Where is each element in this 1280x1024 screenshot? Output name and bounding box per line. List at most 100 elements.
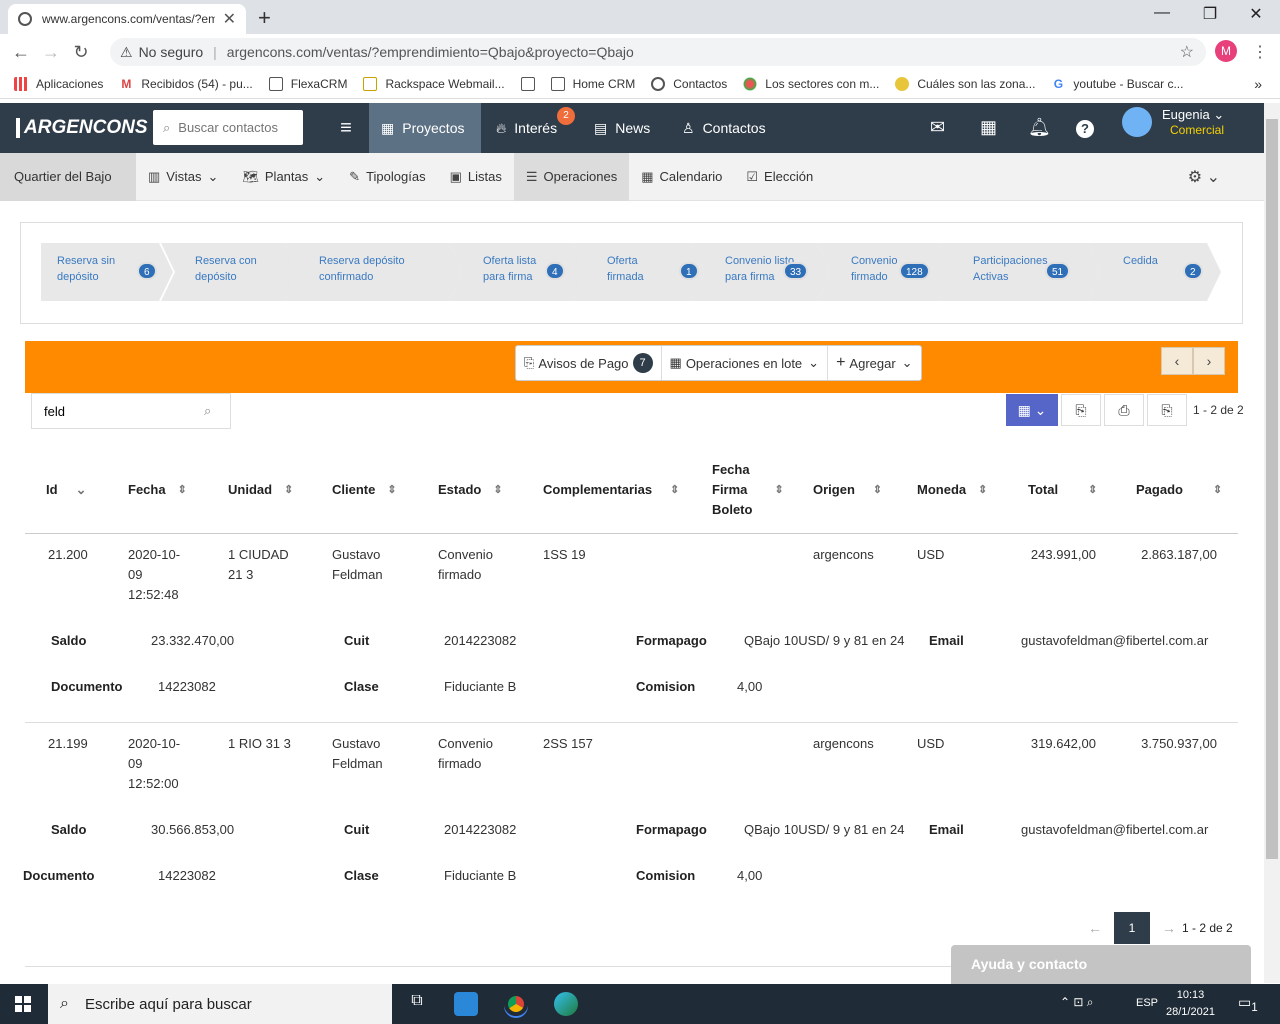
- project-name[interactable]: Quartier del Bajo: [0, 152, 136, 201]
- col-id[interactable]: Id ⌄: [46, 480, 86, 500]
- sort-icon: ⇕: [872, 484, 883, 496]
- windows-start-icon[interactable]: [15, 996, 31, 1012]
- filter-input[interactable]: [44, 403, 204, 419]
- forward-icon[interactable]: →: [36, 42, 66, 63]
- mail-app-icon[interactable]: [454, 992, 478, 1016]
- stage-4[interactable]: Oferta lista para firma 4: [449, 243, 587, 301]
- minimize-button[interactable]: —: [1142, 4, 1182, 22]
- taskbar-search[interactable]: ⌕ Escribe aquí para buscar: [48, 984, 392, 1024]
- subnav-tipologias[interactable]: ✎ Tipologías: [337, 153, 437, 201]
- subnav-calendario[interactable]: ▦ Calendario: [629, 153, 734, 201]
- nav-proyectos[interactable]: ▦ Proyectos: [369, 103, 481, 153]
- avisos-de-pago-button[interactable]: ⎘ Avisos de Pago 7: [516, 346, 662, 380]
- help-contact-widget[interactable]: Ayuda y contacto: [951, 945, 1251, 985]
- task-view-icon[interactable]: ⧉: [405, 992, 429, 1016]
- close-window-button[interactable]: ✕: [1236, 4, 1276, 24]
- sort-icon: ⇕: [177, 484, 187, 496]
- bell-icon[interactable]: 🔔︎: [1028, 117, 1051, 138]
- stage-2[interactable]: Reserva con depósito: [161, 243, 299, 301]
- bookmark-home-crm[interactable]: Home CRM: [550, 77, 635, 91]
- bookmark-aplicaciones[interactable]: Aplicaciones: [14, 77, 103, 91]
- logo[interactable]: ARGENCONS: [16, 117, 148, 139]
- contact-search[interactable]: ⌕: [153, 110, 303, 145]
- subnav-vistas[interactable]: ▥ Vistas ⌄: [136, 153, 230, 201]
- col-estado[interactable]: Estado ⇕: [438, 480, 503, 500]
- table-header: Id ⌄ Fecha ⇕ Unidad ⇕ Cliente ⇕ Estado ⇕ Comp…: [25, 460, 1238, 534]
- nav-news[interactable]: ▤ News: [582, 103, 662, 153]
- bookmark-rackspace[interactable]: Rackspace Webmail...: [363, 77, 505, 91]
- col-total[interactable]: Total ⇕: [1028, 480, 1097, 500]
- subnav-listas[interactable]: ▣ Listas: [438, 153, 514, 201]
- profile-avatar[interactable]: M: [1215, 40, 1237, 62]
- copy-icon[interactable]: ⎘: [1061, 394, 1101, 426]
- bookmark-cuales[interactable]: Cuáles son las zona...: [895, 77, 1035, 91]
- edge-icon[interactable]: [554, 992, 578, 1016]
- notification-icon[interactable]: ▭1: [1238, 994, 1258, 1014]
- bookmark-contactos[interactable]: Contactos: [651, 77, 727, 91]
- subnav-plantas[interactable]: 🗺︎ Plantas ⌄: [230, 153, 337, 201]
- stage-5[interactable]: Oferta firmada 1: [573, 243, 705, 301]
- stage-9[interactable]: Cedida 2: [1087, 243, 1221, 301]
- restore-button[interactable]: ❐: [1190, 4, 1230, 24]
- clipboard-icon[interactable]: ⎘: [1147, 394, 1187, 426]
- stage-1[interactable]: Reserva sin depósito 6: [41, 243, 173, 301]
- url-bar[interactable]: ⚠ No seguro | argencons.com/ventas/?empr…: [110, 38, 1206, 66]
- stage-3[interactable]: Reserva depósito confirmado: [285, 243, 463, 301]
- system-tray-icons[interactable]: ⌃ ⊡ ⌕: [1060, 995, 1094, 1010]
- bookmark-flexacrm[interactable]: FlexaCRM: [268, 77, 348, 91]
- close-tab-icon[interactable]: ✕: [223, 9, 236, 29]
- label-saldo: Saldo: [51, 633, 87, 648]
- envelope-icon[interactable]: ✉: [930, 117, 945, 138]
- menu-icon[interactable]: ≡: [323, 103, 369, 153]
- clock[interactable]: 10:13 28/1/2021: [1166, 987, 1215, 1021]
- search-input[interactable]: [178, 120, 289, 135]
- scrollbar[interactable]: [1264, 103, 1280, 983]
- bookmark-youtube[interactable]: Gyoutube - Buscar c...: [1051, 77, 1184, 91]
- user-menu[interactable]: Eugenia ⌄ Comercial: [1122, 107, 1224, 137]
- prev-page-button[interactable]: ‹: [1161, 347, 1193, 375]
- prev-arrow-icon[interactable]: ←: [1082, 920, 1108, 936]
- bookmark-gmail[interactable]: M Recibidos (54) - pu...: [119, 77, 252, 91]
- bookmark-label: youtube - Buscar c...: [1073, 77, 1184, 91]
- back-icon[interactable]: ←: [6, 42, 36, 63]
- reload-icon[interactable]: ↻: [66, 42, 96, 63]
- page-arrows: ‹ ›: [1161, 347, 1225, 375]
- language-indicator[interactable]: ESP: [1136, 997, 1158, 1009]
- print-icon[interactable]: ⎙: [1104, 394, 1144, 426]
- bookmark-star-icon[interactable]: ☆: [1180, 42, 1194, 62]
- subnav-eleccion[interactable]: ☑ Elección: [734, 153, 825, 201]
- stage-8[interactable]: Participaciones Activas 51: [939, 243, 1101, 301]
- col-pagado[interactable]: Pagado ⇕: [1136, 480, 1222, 500]
- subnav-operaciones[interactable]: ☰ Operaciones: [513, 152, 630, 201]
- help-icon[interactable]: ?: [1076, 120, 1094, 138]
- next-page-button[interactable]: ›: [1193, 347, 1225, 375]
- more-bookmarks-icon[interactable]: »: [1254, 76, 1262, 92]
- col-origen[interactable]: Origen ⇕: [813, 480, 882, 500]
- browser-tab[interactable]: www.argencons.com/ventas/?em ✕: [8, 4, 246, 34]
- calendar-icon[interactable]: ▦: [980, 117, 997, 138]
- new-tab-button[interactable]: +: [258, 5, 271, 31]
- operaciones-lote-button[interactable]: ▦ Operaciones en lote ⌄: [662, 346, 829, 380]
- col-cliente[interactable]: Cliente ⇕: [332, 480, 397, 500]
- stage-7[interactable]: Convenio firmado 128: [817, 243, 953, 301]
- bookmark-label: FlexaCRM: [290, 77, 348, 91]
- nav-interes[interactable]: 🔥︎ Interés: [484, 103, 569, 153]
- bookmark-sectores[interactable]: Los sectores con m...: [743, 77, 879, 91]
- scrollbar-thumb[interactable]: [1266, 119, 1278, 859]
- grid-view-button[interactable]: ▦ ⌄: [1006, 394, 1058, 426]
- agregar-button[interactable]: + Agregar ⌄: [828, 346, 921, 380]
- nav-contactos[interactable]: ♙ Contactos: [670, 103, 778, 153]
- chrome-icon[interactable]: [504, 992, 528, 1016]
- stage-6[interactable]: Convenio listo para firma 33: [691, 243, 831, 301]
- bookmark-building[interactable]: [520, 77, 535, 91]
- cell-unidad-line: 1 CIUDAD: [228, 547, 289, 562]
- next-arrow-icon[interactable]: →: [1156, 920, 1182, 936]
- col-unidad[interactable]: Unidad ⇕: [228, 480, 293, 500]
- col-complementarias[interactable]: Complementarias ⇕: [543, 480, 679, 500]
- browser-menu-icon[interactable]: ⋮: [1252, 42, 1268, 62]
- settings-gear-icon[interactable]: ⚙ ⌄: [1188, 167, 1220, 187]
- col-moneda[interactable]: Moneda ⇕: [917, 480, 987, 500]
- col-fecha[interactable]: Fecha ⇕: [128, 480, 187, 500]
- col-fecha-firma-boleto[interactable]: Fecha Firma Boleto ⇕: [712, 460, 784, 520]
- page-1-button[interactable]: 1: [1114, 912, 1150, 944]
